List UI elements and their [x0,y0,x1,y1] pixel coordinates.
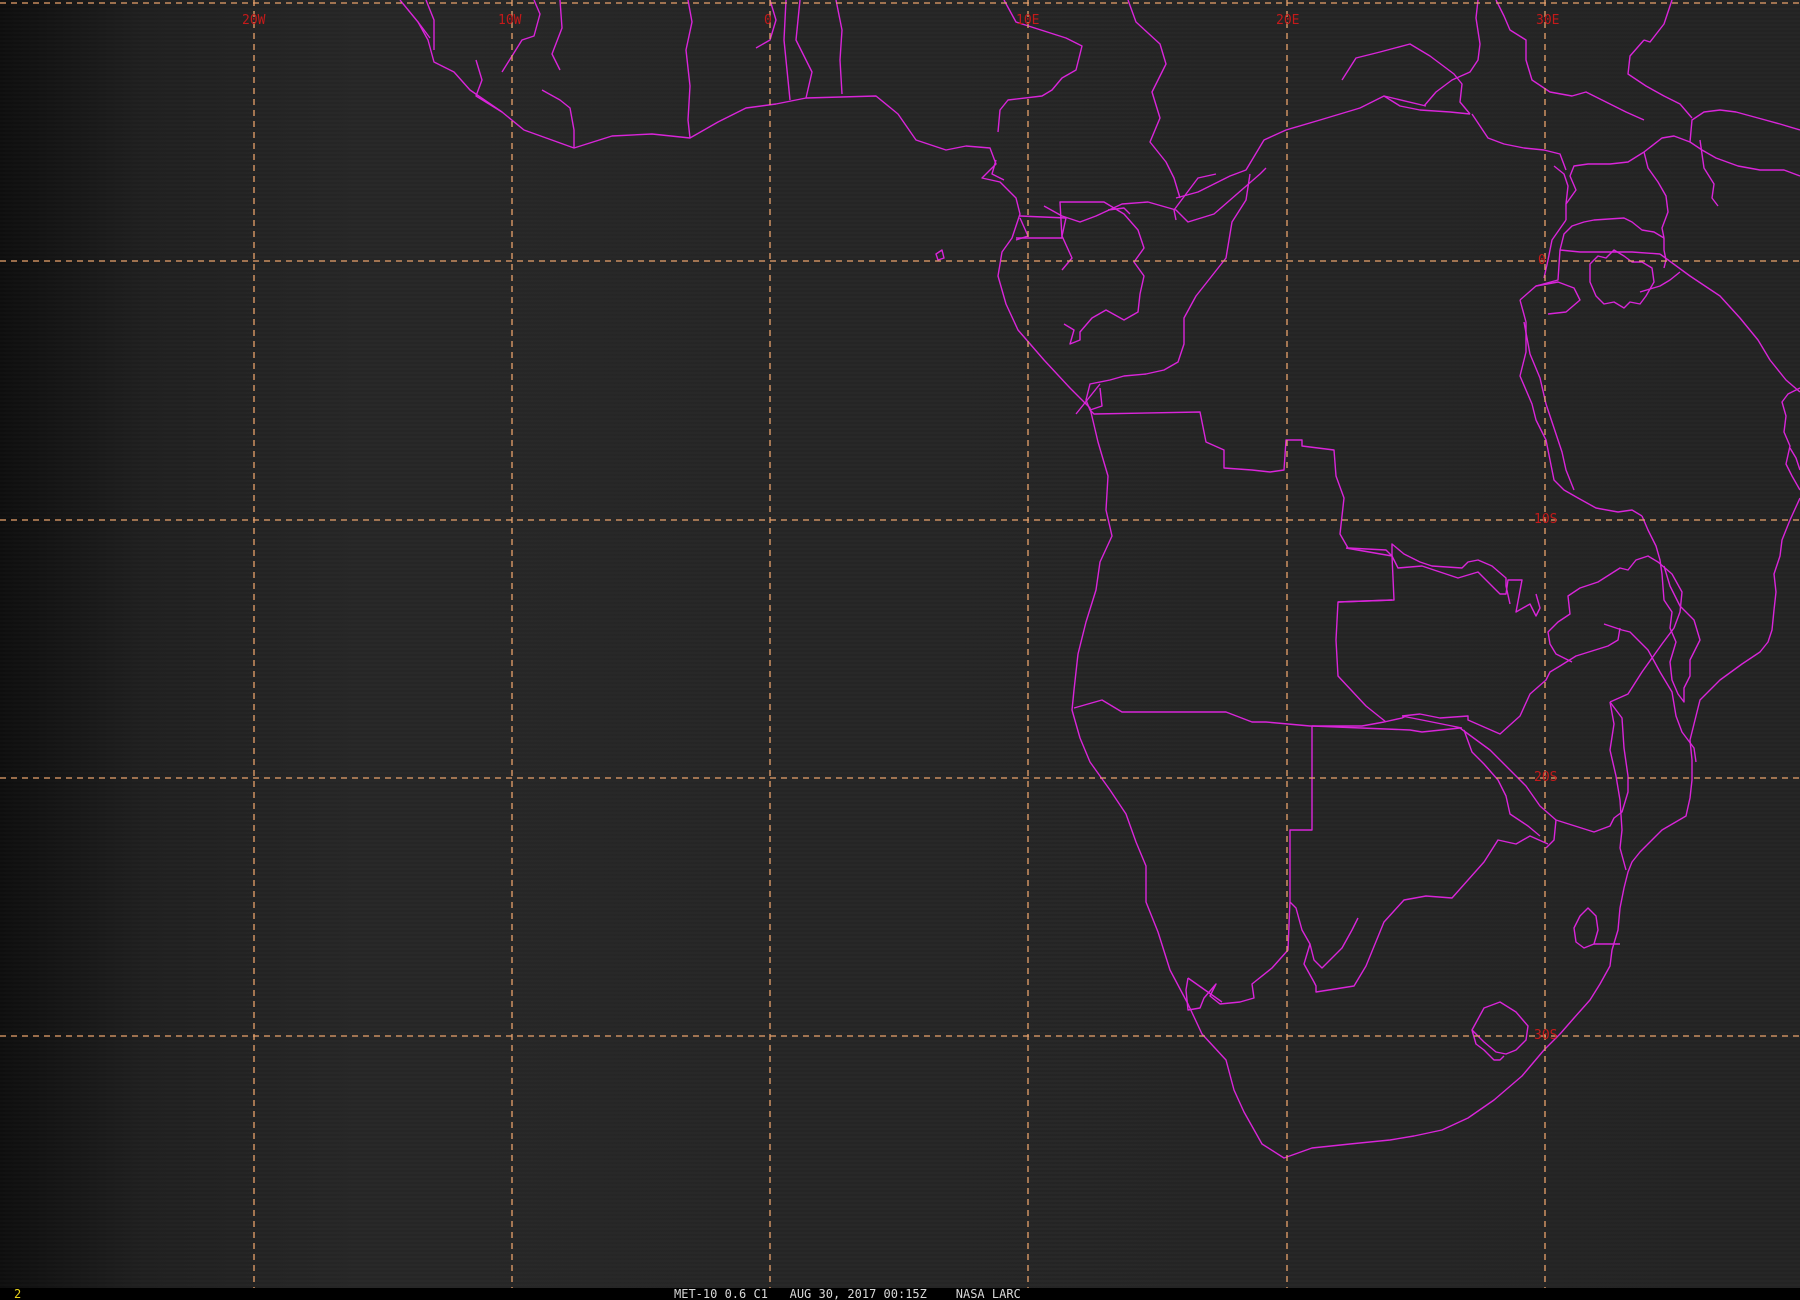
lon-label: 30E [1536,13,1559,28]
lon-label: 10E [1016,13,1039,28]
map-canvas[interactable]: 20W 10W 0 10E 20E 30E 0 10S 20S 30S 2 ME… [0,0,1800,1300]
lat-label: 0 [1538,253,1546,268]
satellite-map-viewer[interactable]: 20W 10W 0 10E 20E 30E 0 10S 20S 30S 2 ME… [0,0,1800,1300]
lon-label: 20W [242,13,266,28]
lon-label: 0 [764,13,772,28]
frame-number: 2 [14,1287,21,1300]
lon-label: 20E [1276,13,1299,28]
lon-label: 10W [498,13,522,28]
image-caption: MET-10 0.6 C1 AUG 30, 2017 00:15Z NASA L… [674,1287,1021,1300]
status-bar: 2 MET-10 0.6 C1 AUG 30, 2017 00:15Z NASA… [0,1287,1800,1300]
lat-label: 30S [1534,1028,1557,1043]
lat-label: 10S [1534,512,1557,527]
lat-label: 20S [1534,770,1557,785]
scanline-texture [0,0,1800,1288]
